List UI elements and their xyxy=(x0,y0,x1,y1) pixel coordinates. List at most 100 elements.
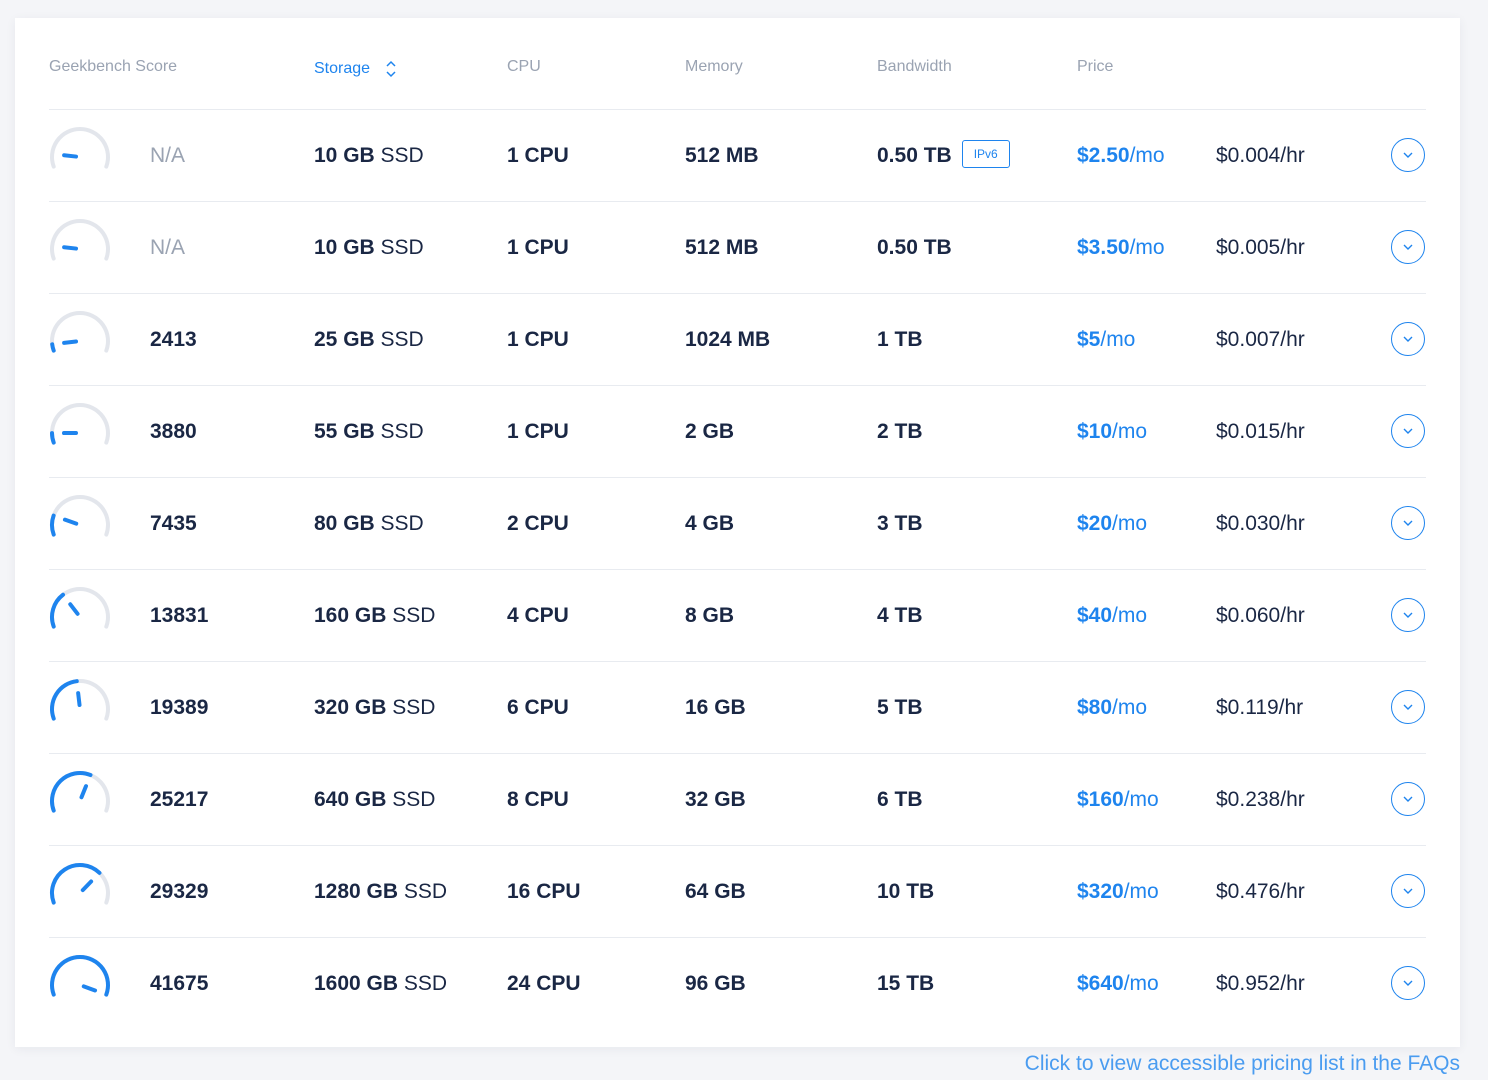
storage-amount: 10 GB xyxy=(314,236,375,259)
chevron-down-icon xyxy=(1403,888,1413,894)
expand-row-button[interactable] xyxy=(1391,690,1425,724)
storage-type: SSD xyxy=(380,328,424,351)
cpu-value: 16 CPU xyxy=(507,880,581,903)
gauge-needle xyxy=(81,984,98,993)
storage-value: 320 GB SSD xyxy=(314,662,435,753)
expand-row-button[interactable] xyxy=(1391,966,1425,1000)
storage-amount: 80 GB xyxy=(314,512,375,535)
price-period: /mo xyxy=(1123,788,1159,811)
storage-type: SSD xyxy=(380,420,424,443)
header-memory[interactable]: Memory xyxy=(685,58,743,76)
price-period: /mo xyxy=(1129,236,1165,259)
geekbench-score: N/A xyxy=(150,144,186,167)
table-row[interactable]: 19389 320 GB SSD 6 CPU 16 GB 5 TB $80/mo… xyxy=(49,662,1426,754)
table-row[interactable]: 25217 640 GB SSD 8 CPU 32 GB 6 TB $160/m… xyxy=(49,754,1426,846)
table-row[interactable]: 13831 160 GB SSD 4 CPU 8 GB 4 TB $40/mo … xyxy=(49,570,1426,662)
price-period: /mo xyxy=(1100,328,1136,351)
expand-row-button[interactable] xyxy=(1391,138,1425,172)
hourly-price: $0.238/hr xyxy=(1216,788,1305,811)
memory-value: 512 MB xyxy=(685,236,759,259)
hourly-price: $0.030/hr xyxy=(1216,512,1305,535)
expand-row-button[interactable] xyxy=(1391,322,1425,356)
memory-value: 4 GB xyxy=(685,512,735,535)
speedometer-gauge-icon xyxy=(50,311,110,353)
expand-row-button[interactable] xyxy=(1391,506,1425,540)
accessible-pricing-link[interactable]: Click to view accessible pricing list in… xyxy=(1025,1052,1460,1076)
gauge-fill xyxy=(50,863,102,905)
bandwidth-value: 0.50 TB xyxy=(877,144,952,167)
bandwidth-cell: 2 TB xyxy=(877,386,923,477)
speedometer-gauge-icon xyxy=(50,587,110,629)
plan-rows: N/A 10 GB SSD 1 CPU 512 MB 0.50 TB IPv6 $… xyxy=(49,110,1426,1029)
price-amount: $10 xyxy=(1077,420,1113,443)
gauge-fill xyxy=(50,955,110,997)
expand-row-button[interactable] xyxy=(1391,874,1425,908)
header-storage[interactable]: Storage xyxy=(314,58,398,80)
expand-row-button[interactable] xyxy=(1391,782,1425,816)
price-amount: $5 xyxy=(1077,328,1101,351)
gauge-track xyxy=(50,127,110,169)
storage-amount: 10 GB xyxy=(314,144,375,167)
storage-amount: 55 GB xyxy=(314,420,375,443)
gauge-needle xyxy=(62,153,79,159)
expand-row-button[interactable] xyxy=(1391,230,1425,264)
bandwidth-value: 5 TB xyxy=(877,696,923,719)
header-price[interactable]: Price xyxy=(1077,58,1113,76)
storage-value: 640 GB SSD xyxy=(314,754,435,845)
expand-row-button[interactable] xyxy=(1391,414,1425,448)
ipv6-badge: IPv6 xyxy=(961,140,1010,169)
gauge-fill xyxy=(50,342,56,353)
table-row[interactable]: 3880 55 GB SSD 1 CPU 2 GB 2 TB $10/mo $0… xyxy=(49,386,1426,478)
chevron-down-icon xyxy=(1403,520,1413,526)
bandwidth-cell: 0.50 TB IPv6 xyxy=(877,110,1010,201)
hourly-price: $0.476/hr xyxy=(1216,880,1305,903)
geekbench-score: 2413 xyxy=(150,328,197,351)
chevron-down-icon xyxy=(1403,612,1413,618)
expand-row-button[interactable] xyxy=(1391,598,1425,632)
storage-amount: 1280 GB xyxy=(314,880,399,903)
bandwidth-cell: 3 TB xyxy=(877,478,923,569)
sort-up-down-icon[interactable] xyxy=(384,58,398,80)
table-row[interactable]: 41675 1600 GB SSD 24 CPU 96 GB 15 TB $64… xyxy=(49,938,1426,1029)
speedometer-gauge-icon xyxy=(50,955,110,997)
monthly-price: $3.50/mo xyxy=(1077,202,1165,293)
table-row[interactable]: N/A 10 GB SSD 1 CPU 512 MB 0.50 TB IPv6 $… xyxy=(49,110,1426,202)
monthly-price: $320/mo xyxy=(1077,846,1159,937)
chevron-down-icon xyxy=(1403,980,1413,986)
chevron-down-icon xyxy=(1403,152,1413,158)
storage-amount: 25 GB xyxy=(314,328,375,351)
gauge-track xyxy=(50,403,110,445)
gauge-fill xyxy=(50,431,56,445)
price-period: /mo xyxy=(1112,604,1148,627)
table-row[interactable]: 29329 1280 GB SSD 16 CPU 64 GB 10 TB $32… xyxy=(49,846,1426,938)
speedometer-gauge-icon xyxy=(50,403,110,445)
storage-type: SSD xyxy=(392,604,436,627)
memory-value: 64 GB xyxy=(685,880,746,903)
price-period: /mo xyxy=(1123,972,1159,995)
gauge-needle xyxy=(76,691,82,708)
header-bandwidth[interactable]: Bandwidth xyxy=(877,58,952,76)
table-header: Geekbench Score Storage CPU Memory Bandw… xyxy=(49,18,1426,110)
price-amount: $320 xyxy=(1077,880,1124,903)
header-cpu[interactable]: CPU xyxy=(507,58,541,76)
bandwidth-value: 1 TB xyxy=(877,328,923,351)
gauge-track xyxy=(50,311,110,353)
price-amount: $160 xyxy=(1077,788,1124,811)
bandwidth-value: 10 TB xyxy=(877,880,935,903)
geekbench-score: 13831 xyxy=(150,604,209,627)
storage-type: SSD xyxy=(380,512,424,535)
table-row[interactable]: 7435 80 GB SSD 2 CPU 4 GB 3 TB $20/mo $0… xyxy=(49,478,1426,570)
speedometer-gauge-icon xyxy=(50,679,110,721)
geekbench-score: 3880 xyxy=(150,420,197,443)
memory-value: 16 GB xyxy=(685,696,746,719)
table-row[interactable]: N/A 10 GB SSD 1 CPU 512 MB 0.50 TB $3.50… xyxy=(49,202,1426,294)
hourly-price: $0.952/hr xyxy=(1216,972,1305,995)
header-geekbench-score[interactable]: Geekbench Score xyxy=(49,58,177,76)
price-amount: $640 xyxy=(1077,972,1124,995)
monthly-price: $640/mo xyxy=(1077,938,1159,1029)
monthly-price: $5/mo xyxy=(1077,294,1135,385)
price-amount: $20 xyxy=(1077,512,1113,535)
monthly-price: $160/mo xyxy=(1077,754,1159,845)
bandwidth-value: 4 TB xyxy=(877,604,923,627)
table-row[interactable]: 2413 25 GB SSD 1 CPU 1024 MB 1 TB $5/mo … xyxy=(49,294,1426,386)
